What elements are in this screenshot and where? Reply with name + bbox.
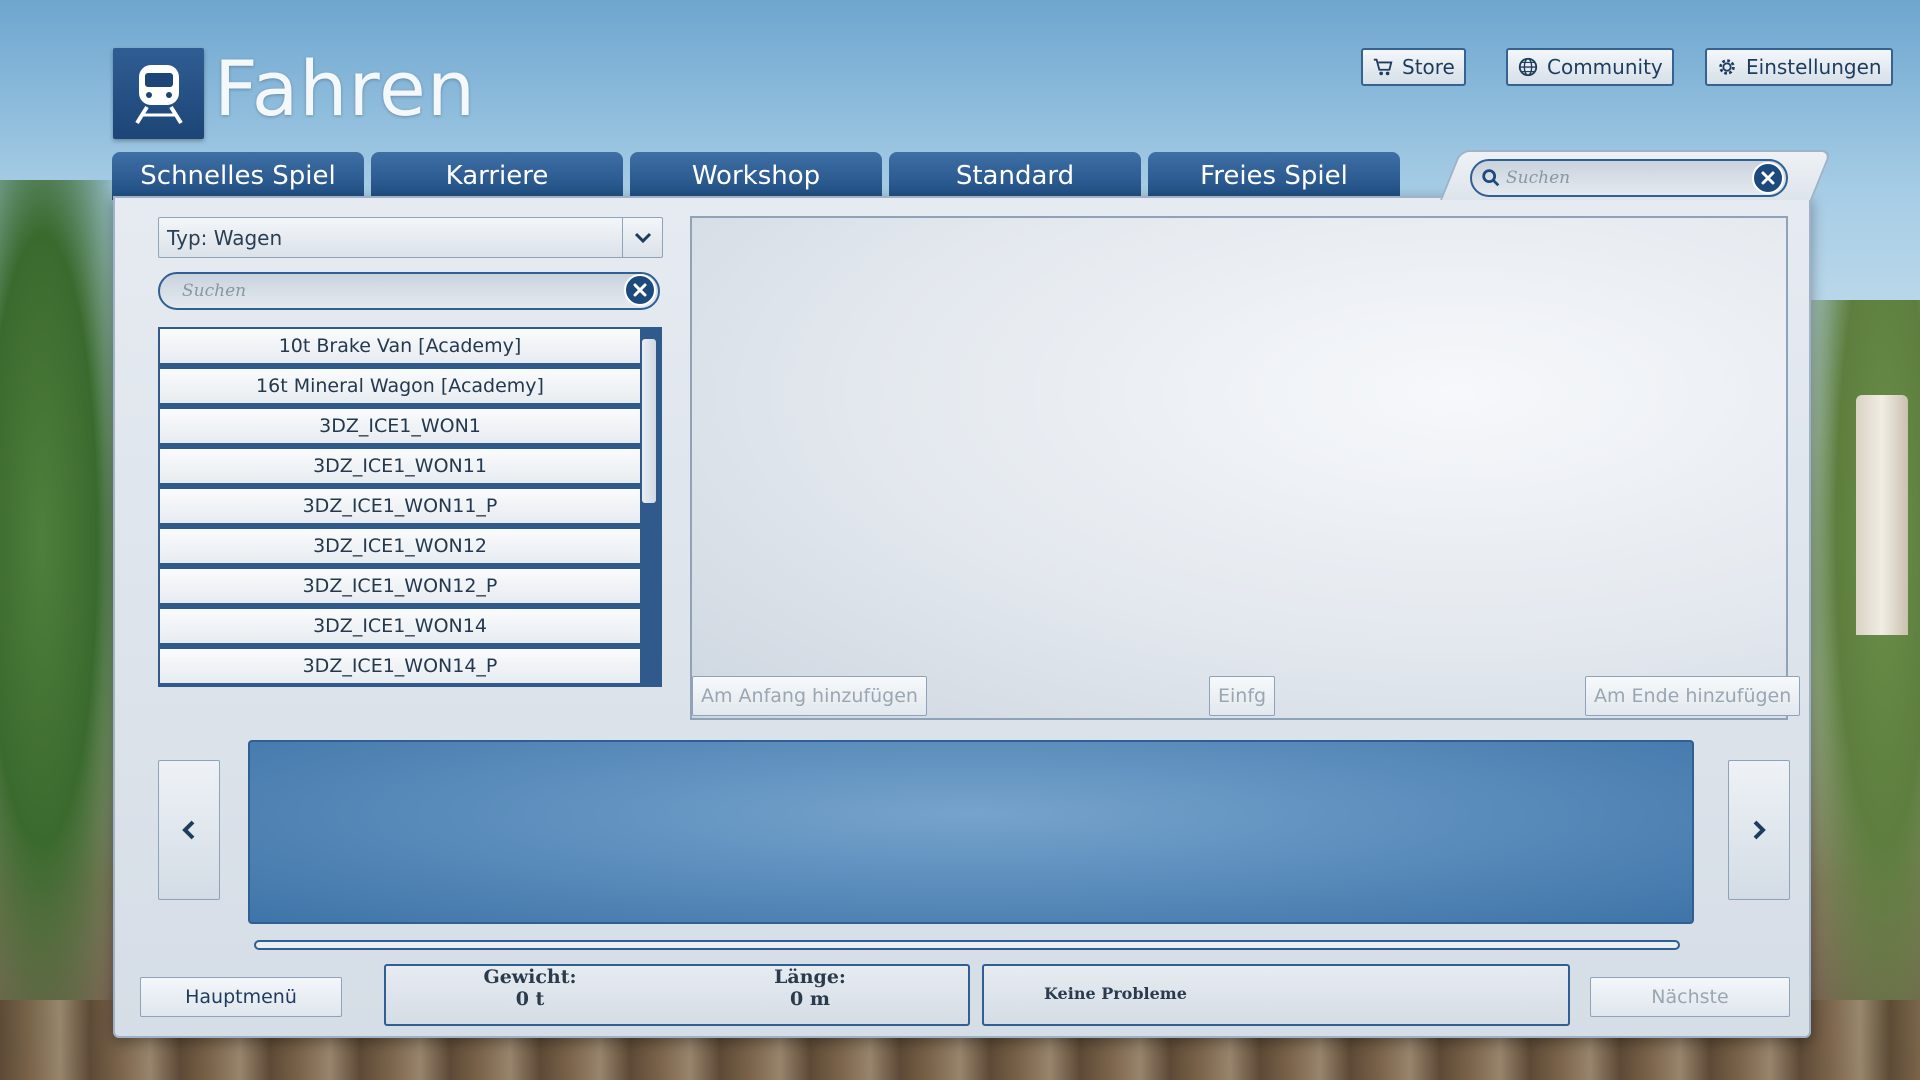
settings-button[interactable]: Einstellungen xyxy=(1705,48,1893,86)
chevron-left-icon xyxy=(182,820,195,840)
add-end-button[interactable]: Am Ende hinzufügen xyxy=(1585,676,1801,716)
store-button[interactable]: Store xyxy=(1361,48,1466,86)
tab-career[interactable]: Karriere xyxy=(371,152,623,200)
list-item[interactable]: 3DZ_ICE1_WON11 xyxy=(160,449,640,485)
gear-icon xyxy=(1719,59,1735,75)
wagon-list[interactable]: 10t Brake Van [Academy] 16t Mineral Wago… xyxy=(158,327,662,687)
list-item[interactable]: 3DZ_ICE1_WON12_P xyxy=(160,569,640,605)
wagon-preview xyxy=(690,216,1788,720)
top-search-placeholder: Suchen xyxy=(1506,168,1571,188)
community-button[interactable]: Community xyxy=(1506,48,1674,86)
cart-icon xyxy=(1373,58,1393,76)
tab-quick-game[interactable]: Schnelles Spiel xyxy=(112,152,364,200)
stats-box: Gewicht: 0 t Länge: 0 m xyxy=(384,964,970,1026)
list-item[interactable]: 3DZ_ICE1_WON1 xyxy=(160,409,640,445)
list-item[interactable]: 10t Brake Van [Academy] xyxy=(160,329,640,365)
length-value: 0 m xyxy=(790,988,830,1010)
community-label: Community xyxy=(1547,55,1663,79)
list-item[interactable]: 3DZ_ICE1_WON12 xyxy=(160,529,640,565)
top-search-input[interactable]: Suchen xyxy=(1470,159,1788,197)
train-icon xyxy=(113,48,204,139)
list-search-input[interactable]: Suchen xyxy=(158,272,660,310)
list-item[interactable]: 3DZ_ICE1_WON11_P xyxy=(160,489,640,525)
weight-value: 0 t xyxy=(515,988,545,1010)
next-button[interactable]: Nächste xyxy=(1590,977,1790,1017)
scroll-right-button[interactable] xyxy=(1728,760,1790,900)
status-text: Keine Probleme xyxy=(1044,984,1187,1003)
consist-scrollbar[interactable] xyxy=(254,940,1680,950)
page-title: Fahren xyxy=(214,44,476,133)
length-label: Länge: xyxy=(774,966,846,988)
list-search-placeholder: Suchen xyxy=(182,281,247,301)
list-scrollbar[interactable] xyxy=(640,331,658,683)
insert-button[interactable]: Einfg xyxy=(1209,676,1276,716)
top-search-clear-icon[interactable] xyxy=(1752,162,1784,194)
add-start-button[interactable]: Am Anfang hinzufügen xyxy=(692,676,927,716)
weight-label: Gewicht: xyxy=(483,966,577,988)
tab-workshop[interactable]: Workshop xyxy=(630,152,882,200)
settings-label: Einstellungen xyxy=(1746,55,1882,79)
status-box: Keine Probleme xyxy=(982,964,1570,1026)
chevron-right-icon xyxy=(1753,820,1766,840)
background-lighthouse xyxy=(1856,395,1908,635)
length-stat: Länge: 0 m xyxy=(750,966,870,1010)
tab-free-play[interactable]: Freies Spiel xyxy=(1148,152,1400,200)
type-dropdown-value: Typ: Wagen xyxy=(167,225,283,250)
list-item[interactable]: 3DZ_ICE1_WON14 xyxy=(160,609,640,645)
consist-strip[interactable] xyxy=(248,740,1694,924)
list-scrollbar-thumb[interactable] xyxy=(642,339,656,503)
list-search-clear-icon[interactable] xyxy=(624,274,656,306)
chevron-down-icon[interactable] xyxy=(622,218,662,257)
scroll-left-button[interactable] xyxy=(158,760,220,900)
tab-standard[interactable]: Standard xyxy=(889,152,1141,200)
search-icon xyxy=(1482,169,1500,187)
type-dropdown[interactable]: Typ: Wagen xyxy=(158,217,663,258)
globe-icon xyxy=(1518,57,1538,77)
weight-stat: Gewicht: 0 t xyxy=(470,966,590,1010)
list-item[interactable]: 16t Mineral Wagon [Academy] xyxy=(160,369,640,405)
store-label: Store xyxy=(1402,55,1455,79)
list-item[interactable]: 3DZ_ICE1_WON14_P xyxy=(160,649,640,685)
main-menu-button[interactable]: Hauptmenü xyxy=(140,977,342,1017)
